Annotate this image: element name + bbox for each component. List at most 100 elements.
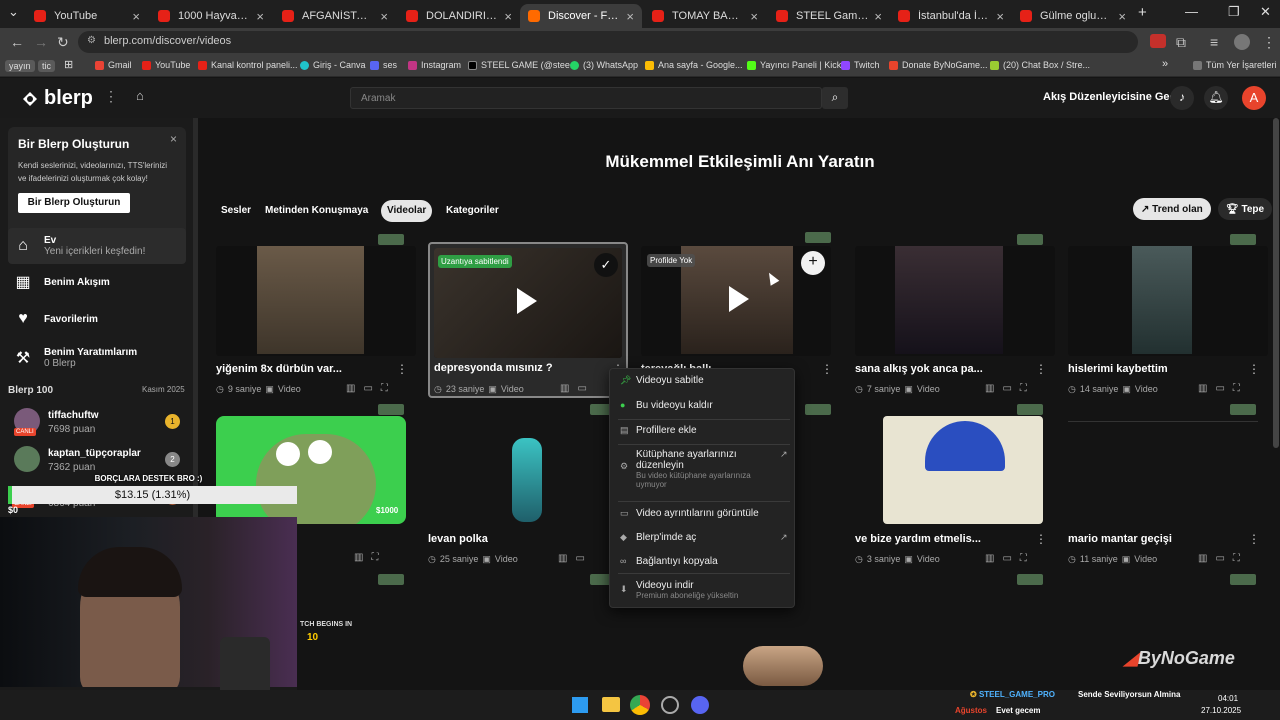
- stream-editor-link[interactable]: Akış Düzenleyicisine Geç: [1043, 91, 1176, 103]
- tab-search-icon[interactable]: ⌄: [8, 4, 19, 20]
- mini-video-icon[interactable]: [1230, 404, 1256, 415]
- minimize-icon[interactable]: —: [1185, 4, 1198, 19]
- menu-item-copy-link[interactable]: ∞ Bağlantıyı kopyala: [620, 556, 790, 567]
- card-actions[interactable]: ▥▭⛶: [346, 383, 396, 394]
- site-info-icon[interactable]: ⚙: [87, 35, 96, 46]
- video-card[interactable]: sana alkış yok anca pa... ⋮ ◷ 7 saniye ▣ Vi…: [855, 246, 1055, 396]
- page-scrollbar[interactable]: [1273, 118, 1279, 448]
- close-tab-icon[interactable]: ×: [256, 9, 264, 24]
- video-thumbnail[interactable]: Profilde Yok +: [641, 246, 831, 356]
- header-menu-icon[interactable]: ⋮: [104, 88, 118, 105]
- trending-button[interactable]: ↗ Trend olan: [1133, 198, 1211, 220]
- clock-time[interactable]: 04:01: [1218, 694, 1238, 703]
- sidebar-item-creations[interactable]: ⚒ Benim Yaratımlarım 0 Blerp: [8, 340, 186, 376]
- card-menu-icon[interactable]: ⋮: [821, 362, 833, 376]
- check-icon[interactable]: ✓: [594, 253, 618, 277]
- url-field[interactable]: ⚙ blerp.com/discover/videos: [78, 31, 1138, 53]
- card-actions[interactable]: ▥▭⛶: [985, 553, 1035, 564]
- sidebar-item-favorites[interactable]: ♥ Favorilerim: [8, 301, 186, 337]
- extensions-icon[interactable]: ⧉: [1176, 34, 1186, 51]
- video-thumbnail[interactable]: Uzantıya sabitlendi ✓: [434, 248, 622, 358]
- bookmark-tiktok[interactable]: STEEL GAME (@stee...: [468, 60, 577, 70]
- bookmark-gmail[interactable]: Gmail: [95, 60, 132, 70]
- back-icon[interactable]: ←: [10, 34, 24, 50]
- browser-tab[interactable]: STEEL Game Ahmet Ç×: [768, 4, 890, 28]
- close-tab-icon[interactable]: ×: [996, 9, 1004, 24]
- windows-start-icon[interactable]: [572, 697, 588, 713]
- all-bookmarks[interactable]: Tüm Yer İşaretleri: [1193, 60, 1277, 70]
- menu-item-open-in-blerp[interactable]: ◆ Blerp'imde aç ↗: [620, 532, 790, 543]
- more-bookmarks-icon[interactable]: »: [1162, 58, 1168, 70]
- play-icon[interactable]: [729, 286, 749, 312]
- search-icon[interactable]: ⌕: [822, 87, 848, 109]
- new-tab-icon[interactable]: +: [1138, 4, 1147, 21]
- profile-icon[interactable]: [1234, 34, 1250, 50]
- mini-video-icon[interactable]: [1017, 574, 1043, 585]
- video-thumbnail[interactable]: [428, 416, 628, 526]
- bookmark-google[interactable]: Ana sayfa - Google...: [645, 60, 743, 70]
- mini-video-icon[interactable]: [378, 234, 404, 245]
- menu-item-remove[interactable]: ● Bu videoyu kaldır: [620, 400, 790, 411]
- video-thumbnail[interactable]: [1068, 416, 1268, 526]
- leaderboard-row[interactable]: CANLI tiffachuftw 7698 puan 1: [10, 408, 186, 442]
- browser-tab[interactable]: 1000 Hayvanı Öldürmek×: [150, 4, 272, 28]
- bookmark-whatsapp[interactable]: (3) WhatsApp: [570, 60, 638, 70]
- bookmark-bynogame[interactable]: Donate ByNoGame...: [889, 60, 988, 70]
- tab-sounds[interactable]: Sesler: [215, 200, 257, 222]
- mini-video-icon[interactable]: [805, 404, 831, 415]
- close-window-icon[interactable]: ✕: [1260, 4, 1271, 20]
- sidebar-item-my-stream[interactable]: ▦ Benim Akışım: [8, 264, 186, 300]
- apps-icon[interactable]: ⊞: [64, 58, 73, 71]
- volume-icon[interactable]: ♪: [1170, 86, 1194, 110]
- mini-video-icon[interactable]: [378, 404, 404, 415]
- mini-video-icon[interactable]: [1230, 234, 1256, 245]
- close-tab-icon[interactable]: ×: [132, 9, 140, 24]
- mini-video-icon[interactable]: [378, 574, 404, 585]
- card-menu-icon[interactable]: ⋮: [396, 362, 408, 376]
- menu-icon[interactable]: ⋮: [1262, 34, 1276, 51]
- close-tab-icon[interactable]: ×: [380, 9, 388, 24]
- mini-video-icon[interactable]: [805, 232, 831, 243]
- video-card[interactable]: hislerimi kaybettim ⋮ ◷ 14 saniye ▣ Video ▥…: [1068, 246, 1268, 396]
- tab-videos[interactable]: Videolar: [381, 200, 433, 222]
- obs-icon[interactable]: [661, 696, 679, 714]
- tab-categories[interactable]: Kategoriler: [440, 200, 505, 222]
- card-actions[interactable]: ▥▭⛶: [1198, 553, 1248, 564]
- bookmark-youtube[interactable]: YouTube: [142, 60, 190, 70]
- bookmark-kanal[interactable]: Kanal kontrol paneli...: [198, 60, 298, 70]
- browser-tab-active[interactable]: Discover - Find Top B×: [520, 4, 642, 28]
- video-thumbnail[interactable]: $1000: [216, 416, 406, 524]
- video-thumbnail[interactable]: [216, 246, 416, 356]
- card-actions[interactable]: ▥▭⛶: [985, 383, 1035, 394]
- blerp-logo[interactable]: blerp: [20, 87, 93, 110]
- top-button[interactable]: 🏆︎ Tepe: [1218, 198, 1273, 220]
- clock-date[interactable]: 27.10.2025: [1201, 706, 1241, 715]
- browser-tab[interactable]: İstanbul'da İddialı Kaç×: [890, 4, 1012, 28]
- bell-icon[interactable]: 🔔︎: [1204, 86, 1228, 110]
- create-blerp-button[interactable]: Bir Blerp Oluşturun: [18, 193, 130, 213]
- mini-video-icon[interactable]: [1230, 574, 1256, 585]
- browser-tab[interactable]: DOLANDIRICI UYGULAMA×: [398, 4, 520, 28]
- forward-icon[interactable]: →: [34, 34, 48, 50]
- play-icon[interactable]: [517, 288, 537, 314]
- card-menu-icon[interactable]: ⋮: [1248, 532, 1260, 546]
- video-card[interactable]: mario mantar geçişi ⋮ ◷ 11 saniye ▣ Video ▥…: [1068, 416, 1268, 566]
- close-tab-icon[interactable]: ×: [750, 9, 758, 24]
- search-input[interactable]: Aramak: [350, 87, 822, 109]
- bookmark-canva[interactable]: Giriş - Canva: [300, 60, 366, 70]
- add-icon[interactable]: +: [801, 251, 825, 275]
- bookmark-chatbox[interactable]: (20) Chat Box / Stre...: [990, 60, 1090, 70]
- bookmark-twitch[interactable]: Twitch: [841, 60, 880, 70]
- home-icon[interactable]: ⌂: [136, 88, 144, 103]
- bookmark-ses[interactable]: ses: [370, 60, 397, 70]
- close-card-icon[interactable]: ×: [170, 132, 177, 146]
- sidebar-item-home[interactable]: ⌂ Ev Yeni içerikleri keşfedin!: [8, 228, 186, 264]
- card-menu-icon[interactable]: ⋮: [1035, 532, 1047, 546]
- adblock-icon[interactable]: [1150, 34, 1166, 48]
- bookmark-tic[interactable]: tic: [38, 60, 55, 72]
- menu-item-add-profiles[interactable]: ▤ Profillere ekle: [620, 425, 790, 436]
- bookmark-kick[interactable]: Yayıncı Paneli | Kick: [747, 60, 841, 70]
- browser-tab[interactable]: AFGANİSTAN VE ŞERİAT×: [274, 4, 396, 28]
- card-menu-icon[interactable]: ⋮: [1035, 362, 1047, 376]
- tab-tts[interactable]: Metinden Konuşmaya: [259, 200, 374, 222]
